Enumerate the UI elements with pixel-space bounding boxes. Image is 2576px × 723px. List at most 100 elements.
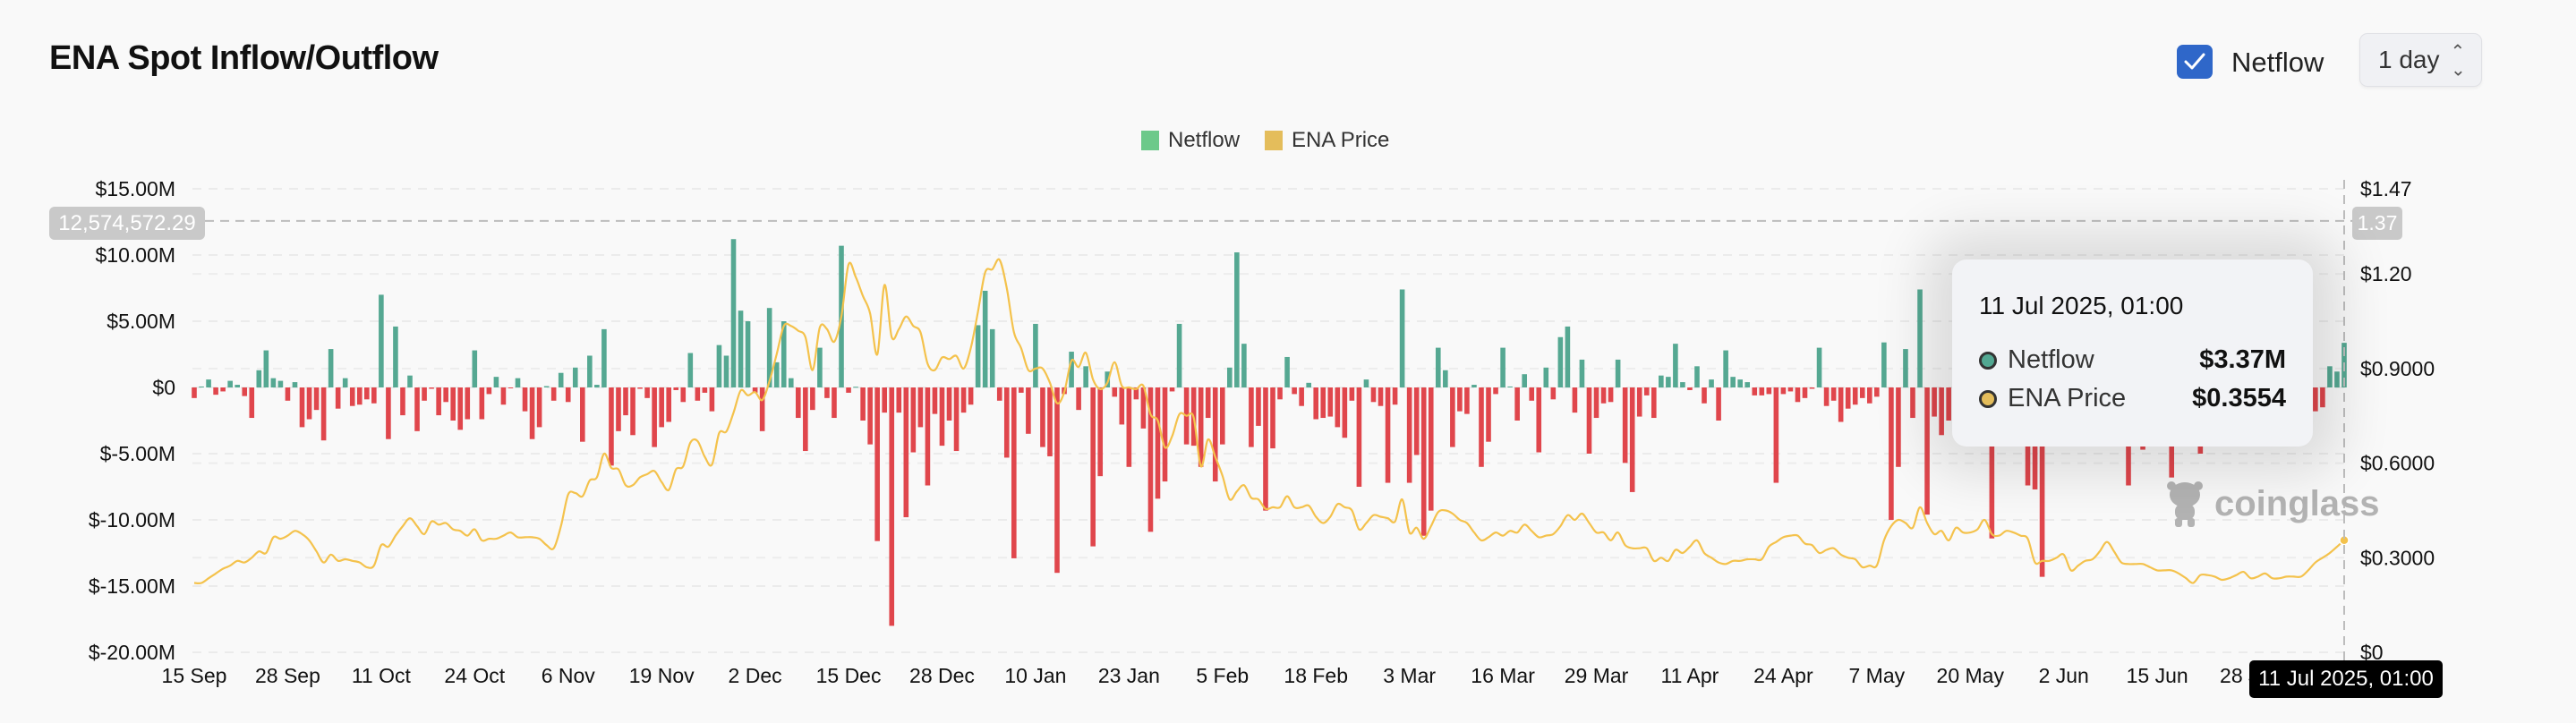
netflow-bar[interactable] [616,387,621,431]
netflow-bar[interactable] [1176,323,1182,387]
netflow-bar[interactable] [364,387,370,400]
netflow-bar[interactable] [1579,359,1585,387]
netflow-bar[interactable] [773,362,780,387]
netflow-bar[interactable] [1543,367,1549,387]
netflow-bar[interactable] [242,387,248,396]
netflow-bar[interactable] [1608,387,1614,403]
netflow-bar[interactable] [1659,375,1664,387]
netflow-bar[interactable] [673,387,679,390]
netflow-bar[interactable] [486,387,492,395]
netflow-bar[interactable] [1917,289,1923,387]
netflow-bar[interactable] [1493,387,1498,395]
netflow-bar[interactable] [1090,387,1096,547]
netflow-bar[interactable] [1033,323,1038,387]
netflow-bar[interactable] [436,387,441,416]
netflow-bar[interactable] [1859,387,1865,398]
netflow-bar[interactable] [796,387,801,419]
netflow-bar[interactable] [946,387,952,421]
netflow-bar[interactable] [1370,387,1377,403]
netflow-bar[interactable] [1356,387,1362,487]
netflow-bar[interactable] [1205,387,1211,419]
netflow-bar[interactable] [1830,387,1837,401]
netflow-bar[interactable] [550,387,557,401]
netflow-bar[interactable] [515,378,521,387]
netflow-bar[interactable] [1716,387,1721,421]
netflow-bar[interactable] [493,377,499,387]
netflow-bar[interactable] [1752,387,1758,396]
netflow-bar[interactable] [192,387,197,398]
netflow-bar[interactable] [1550,387,1557,400]
netflow-bar[interactable] [2320,387,2325,408]
netflow-bar[interactable] [968,387,974,405]
netflow-bar[interactable] [1313,387,1319,420]
netflow-bar[interactable] [803,387,808,452]
netflow-bar[interactable] [313,387,320,411]
netflow-bar[interactable] [1636,387,1642,417]
netflow-bar[interactable] [1378,387,1384,406]
netflow-bar[interactable] [206,379,211,387]
netflow-bar[interactable] [306,387,312,420]
netflow-bar[interactable] [1816,347,1822,387]
netflow-bar[interactable] [659,387,664,428]
netflow-bar[interactable] [1593,387,1599,419]
netflow-bar[interactable] [565,387,571,403]
netflow-bar[interactable] [320,387,327,441]
netflow-bar[interactable] [299,387,305,428]
netflow-bar[interactable] [1234,252,1240,387]
netflow-bar[interactable] [960,387,967,413]
netflow-bar[interactable] [982,290,988,387]
netflow-bar[interactable] [817,347,823,387]
netflow-bar[interactable] [1097,387,1104,477]
netflow-bar[interactable] [1924,387,1930,515]
netflow-bar[interactable] [1522,374,1527,387]
netflow-bar[interactable] [465,387,471,420]
netflow-bar[interactable] [1019,387,1024,393]
netflow-bar[interactable] [1737,379,1743,387]
netflow-bar[interactable] [1428,387,1434,511]
netflow-bar[interactable] [996,387,1002,401]
netflow-bar[interactable] [249,387,255,419]
netflow-bar[interactable] [1557,336,1564,387]
netflow-bar[interactable] [1450,387,1455,447]
netflow-bar[interactable] [292,382,298,387]
netflow-bar[interactable] [989,328,995,387]
netflow-bar[interactable] [637,387,643,389]
netflow-bar[interactable] [1443,370,1448,387]
netflow-bar[interactable] [1249,387,1254,447]
netflow-bar[interactable] [1284,356,1290,387]
netflow-bar[interactable] [2327,366,2333,387]
netflow-bar[interactable] [716,344,722,387]
netflow-bar[interactable] [846,387,851,393]
netflow-bar[interactable] [1263,387,1268,511]
netflow-bar[interactable] [1910,387,1915,419]
netflow-bar[interactable] [609,387,614,466]
netflow-bar[interactable] [1702,387,1707,404]
netflow-bar[interactable] [652,387,657,447]
netflow-bar[interactable] [1385,387,1391,483]
netflow-bar[interactable] [1126,387,1132,467]
netflow-bar[interactable] [1420,387,1427,536]
netflow-bar[interactable] [1730,377,1736,387]
netflow-bar[interactable] [349,387,355,406]
netflow-bar[interactable] [644,387,650,398]
netflow-bar[interactable] [235,385,241,387]
netflow-bar[interactable] [1939,387,1944,436]
netflow-bar[interactable] [1643,387,1650,396]
netflow-bar[interactable] [709,387,715,412]
netflow-bar[interactable] [759,387,765,431]
netflow-bar[interactable] [1047,387,1053,456]
netflow-bar[interactable] [630,387,635,436]
netflow-bar[interactable] [1946,387,1951,421]
netflow-bar[interactable] [1903,349,1908,387]
netflow-bar[interactable] [1241,344,1247,387]
netflow-bar[interactable] [1780,387,1787,395]
netflow-bar[interactable] [1529,387,1535,401]
netflow-bar[interactable] [1795,387,1801,403]
netflow-bar[interactable] [277,380,284,387]
netflow-bar[interactable] [1486,387,1491,442]
netflow-bar[interactable] [903,387,909,518]
netflow-bar[interactable] [1766,387,1772,395]
netflow-bar[interactable] [227,380,233,387]
netflow-bar[interactable] [414,387,420,431]
netflow-bar[interactable] [422,387,427,401]
